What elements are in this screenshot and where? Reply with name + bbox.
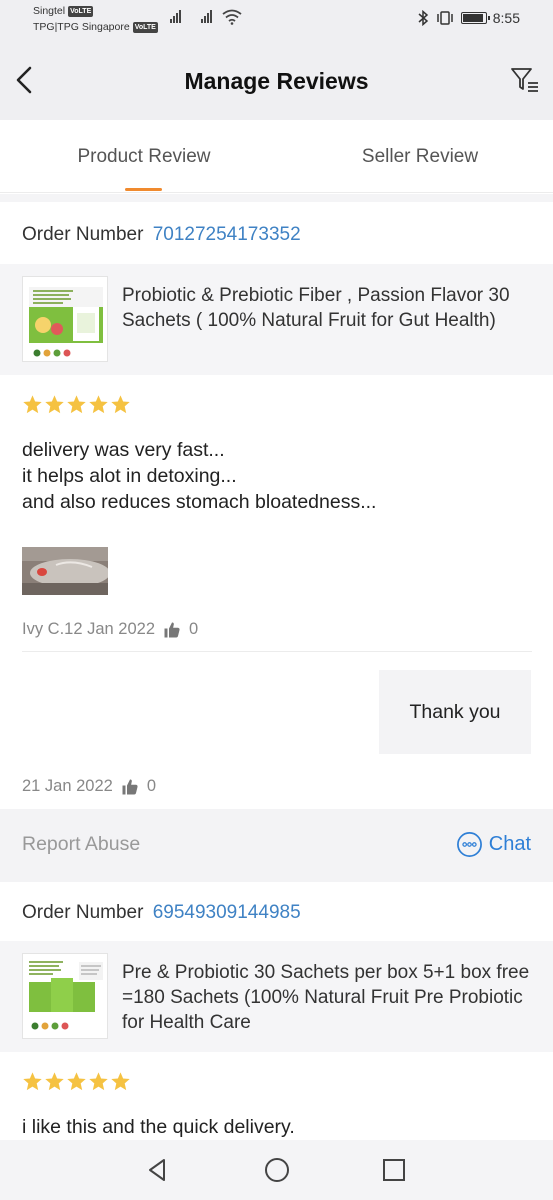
- star-icon: [67, 395, 86, 414]
- nav-home-icon[interactable]: [263, 1156, 291, 1184]
- volte-badge: VoLTE: [132, 21, 158, 33]
- review-meta: Ivy C.12 Jan 2022 0: [22, 620, 198, 639]
- star-icon: [45, 1072, 64, 1091]
- section-gap: [0, 194, 553, 202]
- star-rating: [22, 394, 131, 415]
- divider: [22, 651, 532, 652]
- nav-back-icon[interactable]: [144, 1156, 172, 1184]
- like-count: 0: [189, 620, 199, 638]
- order-number-link[interactable]: 69549309144985: [153, 902, 301, 923]
- battery-icon: [460, 12, 490, 24]
- chat-label: Chat: [488, 833, 531, 855]
- order-number-link[interactable]: 70127254173352: [153, 224, 301, 245]
- product-name: Probiotic & Prebiotic Fiber , Passion Fl…: [122, 285, 510, 331]
- wifi-icon: [222, 9, 242, 25]
- tab-product-review[interactable]: Product Review: [6, 146, 282, 168]
- reply-date: 21 Jan 2022: [22, 777, 113, 795]
- star-icon: [89, 395, 108, 414]
- chat-button[interactable]: Chat: [456, 831, 531, 858]
- system-nav-bar: [0, 1140, 553, 1200]
- thumbs-up-icon[interactable]: [163, 621, 181, 639]
- review-photo[interactable]: [22, 547, 108, 595]
- reply-like-count: 0: [146, 777, 157, 795]
- status-bar: Singtel VoLTE TPG|TPG Singapore VoLTE 8:…: [0, 0, 553, 44]
- nav-recents-icon[interactable]: [380, 1156, 408, 1184]
- active-tab-indicator: [125, 188, 162, 191]
- star-icon: [111, 1072, 130, 1091]
- bluetooth-icon: [418, 10, 428, 26]
- filter-icon[interactable]: [509, 64, 541, 96]
- star-icon: [111, 395, 130, 414]
- review-text-line: delivery was very fast...: [22, 439, 225, 461]
- product-card[interactable]: Probiotic & Prebiotic Fiber , Passion Fl…: [0, 264, 553, 375]
- review-text: delivery was very fast... it helps alot …: [22, 437, 532, 515]
- header: Manage Reviews: [0, 44, 553, 120]
- carrier-1-name: Singtel: [33, 5, 66, 17]
- order-number-row: Order Number 70127254173352: [22, 224, 301, 246]
- review-text-line: i like this and the quick delivery.: [22, 1116, 295, 1138]
- signal-icon: [201, 9, 212, 23]
- review-text-line: it helps alot in detoxing...: [22, 465, 237, 487]
- reply-meta: 21 Jan 2022 0: [22, 777, 156, 796]
- product-name: Pre & Probiotic 30 Sachets per box 5+1 b…: [122, 962, 530, 1033]
- order-number-label: Order Number: [22, 902, 144, 923]
- product-card[interactable]: Pre & Probiotic 30 Sachets per box 5+1 b…: [0, 941, 553, 1052]
- report-abuse-link[interactable]: Report Abuse: [22, 833, 140, 856]
- carrier-1: Singtel VoLTE: [33, 5, 94, 17]
- reviewer-date: Ivy C.12 Jan 2022: [22, 620, 155, 638]
- tab-seller-review[interactable]: Seller Review: [282, 146, 553, 168]
- carrier-2: TPG|TPG Singapore VoLTE: [33, 21, 158, 33]
- carrier-2-name: TPG|TPG Singapore: [33, 21, 130, 33]
- chat-icon: [456, 832, 482, 857]
- review-text: i like this and the quick delivery.: [22, 1114, 532, 1140]
- order-number-label: Order Number: [22, 224, 144, 245]
- review-text-line: and also reduces stomach bloatedness...: [22, 491, 377, 513]
- clock: 8:55: [492, 10, 520, 26]
- status-right: 8:55: [417, 10, 520, 26]
- product-image: [22, 276, 108, 362]
- review-tabs: Product Review Seller Review: [0, 120, 553, 193]
- star-rating: [22, 1071, 131, 1092]
- vibrate-icon: [437, 11, 453, 25]
- seller-reply: Thank you: [379, 670, 531, 754]
- star-icon: [23, 395, 42, 414]
- seller-reply-text: Thank you: [409, 700, 501, 723]
- order-number-row: Order Number 69549309144985: [22, 902, 301, 924]
- signal-icon: [170, 9, 181, 23]
- review-action-bar: Report Abuse Chat: [0, 809, 553, 882]
- thumbs-up-icon[interactable]: [121, 778, 139, 796]
- star-icon: [67, 1072, 86, 1091]
- star-icon: [89, 1072, 108, 1091]
- product-image: [22, 953, 108, 1039]
- star-icon: [23, 1072, 42, 1091]
- page-title: Manage Reviews: [184, 68, 369, 94]
- volte-badge: VoLTE: [68, 5, 94, 17]
- star-icon: [45, 395, 64, 414]
